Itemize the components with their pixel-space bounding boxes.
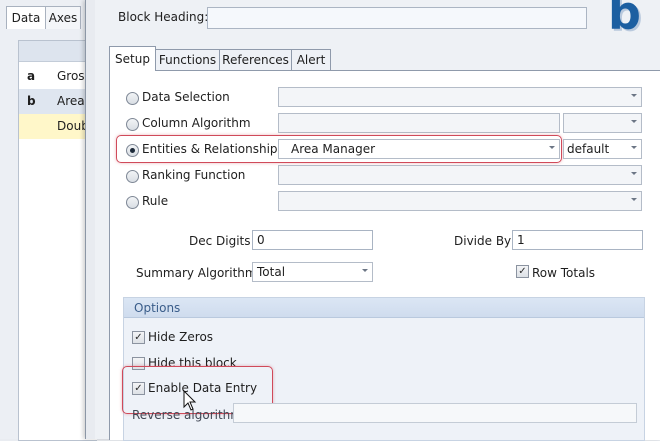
- entities-relationships-value: Area Manager: [291, 142, 376, 156]
- tab-data[interactable]: Data: [6, 6, 46, 29]
- chevron-down-icon: [631, 146, 637, 149]
- mouse-cursor-icon: [183, 390, 197, 411]
- summary-algorithm-combo[interactable]: Total: [252, 262, 373, 282]
- column-algorithm-combo[interactable]: [278, 113, 560, 133]
- hide-zeros-checkbox[interactable]: ✓: [132, 331, 145, 344]
- options-header: Options: [124, 298, 644, 318]
- rule-combo[interactable]: [278, 191, 642, 211]
- entities-relationships-extra-value: default: [567, 142, 610, 156]
- chevron-down-icon: [549, 146, 555, 149]
- summary-algorithm-value: Total: [257, 265, 286, 279]
- data-selection-label: Data Selection: [142, 90, 230, 104]
- column-algorithm-extra-combo[interactable]: [563, 113, 642, 133]
- enable-data-entry-label: Enable Data Entry: [148, 381, 258, 395]
- row-value: Area: [57, 94, 85, 108]
- tab-axes[interactable]: Axes: [45, 6, 81, 29]
- rule-radio[interactable]: [126, 196, 139, 209]
- tab-functions[interactable]: Functions: [155, 49, 220, 71]
- row-value: Gros: [57, 69, 85, 83]
- row-key: b: [27, 94, 36, 108]
- dec-digits-label: Dec Digits: [189, 234, 251, 248]
- hide-zeros-label: Hide Zeros: [148, 330, 214, 344]
- block-logo: b: [608, 0, 641, 40]
- ranking-function-label: Ranking Function: [142, 168, 246, 182]
- rule-label: Rule: [142, 194, 169, 208]
- chevron-down-icon: [631, 172, 637, 175]
- data-selection-radio[interactable]: [126, 92, 139, 105]
- entities-relationships-radio[interactable]: [126, 144, 139, 157]
- ranking-function-combo[interactable]: [278, 165, 642, 185]
- divide-by-value: 1: [517, 233, 525, 247]
- chevron-down-icon: [631, 198, 637, 201]
- data-selection-combo[interactable]: [278, 87, 642, 107]
- tab-setup[interactable]: Setup: [109, 46, 156, 71]
- block-heading-input[interactable]: [207, 7, 587, 29]
- ranking-function-radio[interactable]: [126, 170, 139, 183]
- divide-by-label: Divide By: [454, 234, 512, 248]
- dec-digits-value: 0: [257, 233, 265, 247]
- block-heading-label: Block Heading:: [118, 10, 209, 24]
- column-algorithm-label: Column Algorithm: [142, 116, 251, 130]
- reverse-algorithm-input[interactable]: [233, 403, 637, 423]
- entities-relationships-combo[interactable]: Area Manager: [278, 139, 560, 159]
- entities-relationships-label: Entities & Relationships: [142, 142, 284, 156]
- chevron-down-icon: [631, 94, 637, 97]
- dec-digits-input[interactable]: 0: [252, 230, 373, 250]
- chevron-down-icon: [362, 269, 368, 272]
- left-panel: Data Axes a Gros b Area Doub: [0, 0, 97, 441]
- entities-relationships-extra-combo[interactable]: default: [563, 139, 642, 159]
- enable-data-entry-checkbox[interactable]: ✓: [132, 382, 145, 395]
- tab-alert[interactable]: Alert: [291, 49, 331, 71]
- chevron-down-icon: [631, 120, 637, 123]
- divide-by-input[interactable]: 1: [512, 230, 643, 250]
- row-totals-label: Row Totals: [532, 266, 596, 280]
- row-totals-checkbox[interactable]: ✓: [516, 265, 529, 278]
- column-algorithm-radio[interactable]: [126, 118, 139, 131]
- summary-algorithm-label: Summary Algorithm: [136, 266, 257, 280]
- tab-references[interactable]: References: [219, 49, 292, 71]
- row-key: a: [27, 69, 36, 83]
- options-title: Options: [134, 301, 181, 315]
